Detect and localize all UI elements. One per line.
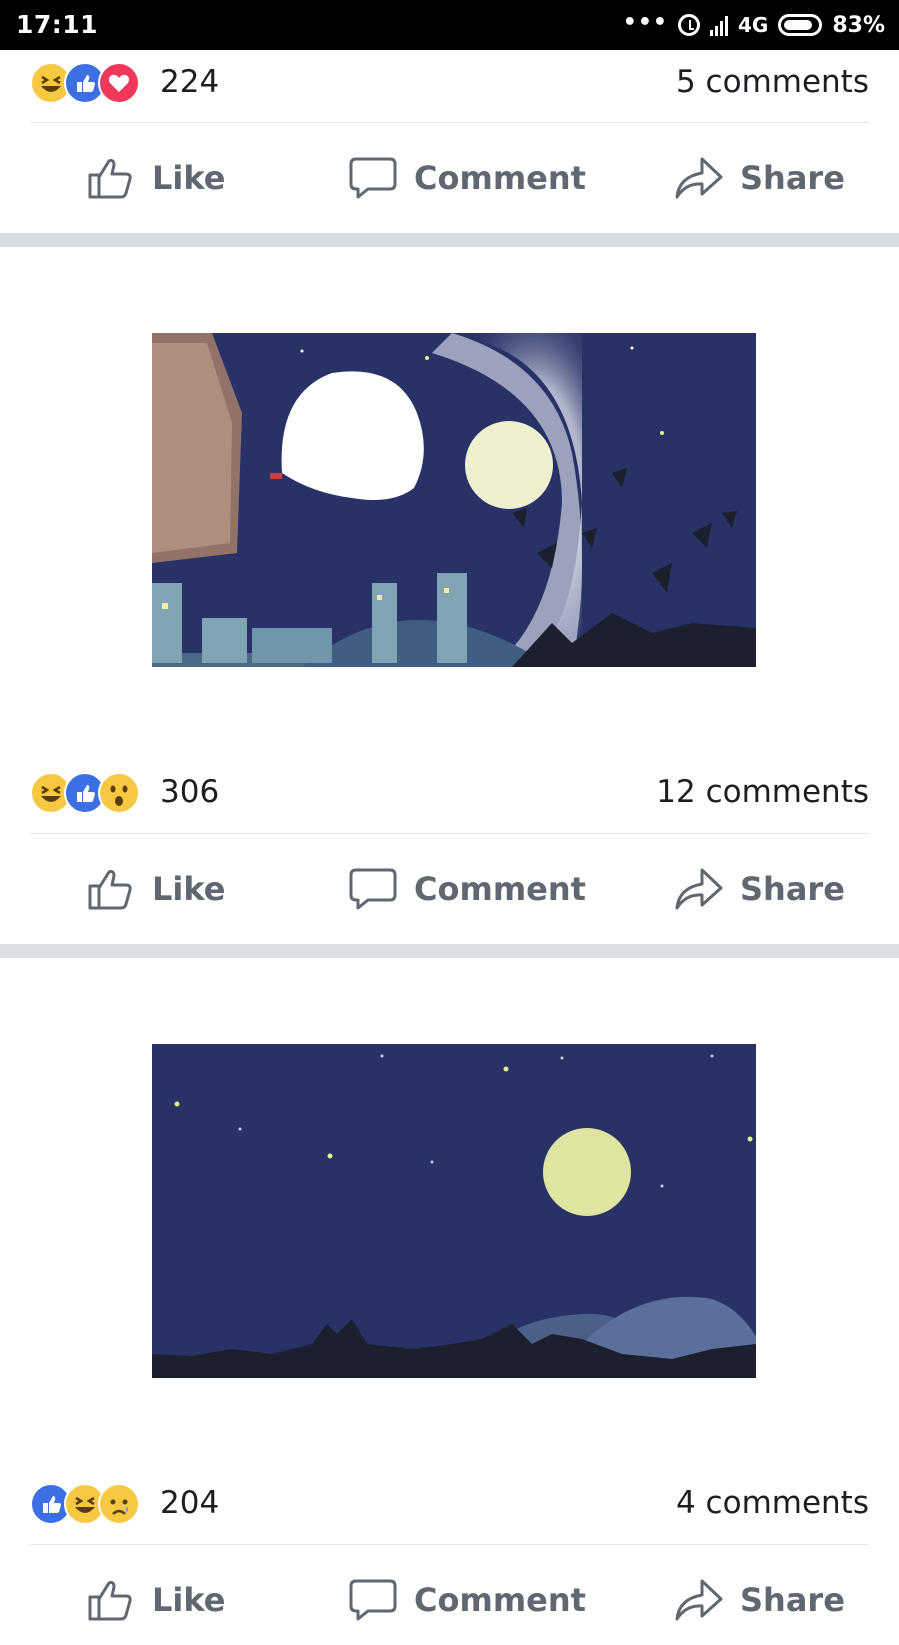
- signal-icon: [709, 14, 728, 36]
- like-label: Like: [152, 1581, 226, 1619]
- share-icon: [675, 868, 723, 910]
- sad-reaction-icon: [98, 1483, 140, 1525]
- share-label: Share: [740, 870, 845, 908]
- reaction-icons[interactable]: [30, 1483, 140, 1525]
- comments-count[interactable]: 4 comments: [676, 1485, 869, 1521]
- battery-icon: [778, 14, 823, 36]
- network-type: 4G: [737, 13, 769, 37]
- post-actions: Like Comment Share: [0, 133, 899, 223]
- comment-icon: [349, 1579, 397, 1621]
- divider: [30, 122, 869, 123]
- post-stats: 306 12 comments: [30, 762, 869, 822]
- reaction-count[interactable]: 224: [160, 64, 219, 100]
- post-separator: [0, 233, 899, 247]
- alarm-icon: [677, 14, 700, 36]
- share-label: Share: [740, 1581, 845, 1619]
- comment-button[interactable]: Comment: [348, 133, 586, 223]
- comment-button[interactable]: Comment: [348, 844, 586, 934]
- like-label: Like: [152, 870, 226, 908]
- comments-count[interactable]: 12 comments: [656, 774, 869, 810]
- post-actions: Like Comment Share: [0, 844, 899, 934]
- comment-label: Comment: [414, 159, 586, 197]
- post-actions: Like Comment Share: [0, 1555, 899, 1645]
- comment-button[interactable]: Comment: [348, 1555, 586, 1645]
- comment-icon: [349, 157, 397, 199]
- comments-count[interactable]: 5 comments: [676, 64, 869, 100]
- post-image-night[interactable]: [152, 1044, 756, 1378]
- post-separator: [0, 944, 899, 958]
- like-label: Like: [152, 159, 226, 197]
- divider: [30, 833, 869, 834]
- like-button[interactable]: Like: [86, 844, 225, 934]
- post-stats: 224 5 comments: [30, 52, 869, 112]
- battery-percent: 83%: [832, 12, 885, 38]
- comment-label: Comment: [414, 870, 586, 908]
- post-image-balloon[interactable]: [152, 333, 756, 667]
- post-stats: 204 4 comments: [30, 1473, 869, 1533]
- share-button[interactable]: Share: [674, 844, 845, 934]
- love-reaction-icon: [98, 62, 140, 104]
- more-dots-icon: •••: [622, 9, 668, 35]
- comment-label: Comment: [414, 1581, 586, 1619]
- divider: [30, 1544, 869, 1545]
- like-icon: [88, 870, 132, 910]
- reaction-count[interactable]: 204: [160, 1485, 219, 1521]
- reaction-count[interactable]: 306: [160, 774, 219, 810]
- share-label: Share: [740, 159, 845, 197]
- comment-icon: [349, 868, 397, 910]
- share-button[interactable]: Share: [674, 1555, 845, 1645]
- share-icon: [675, 1579, 723, 1621]
- share-icon: [675, 157, 723, 199]
- like-button[interactable]: Like: [86, 1555, 225, 1645]
- like-button[interactable]: Like: [86, 133, 225, 223]
- reaction-icons[interactable]: [30, 62, 140, 104]
- share-button[interactable]: Share: [674, 133, 845, 223]
- reaction-icons[interactable]: [30, 772, 140, 814]
- status-bar: 17:11 ••• 4G 83%: [0, 0, 899, 50]
- like-icon: [88, 159, 132, 199]
- wow-reaction-icon: [98, 772, 140, 814]
- like-icon: [88, 1581, 132, 1621]
- status-time: 17:11: [16, 10, 99, 39]
